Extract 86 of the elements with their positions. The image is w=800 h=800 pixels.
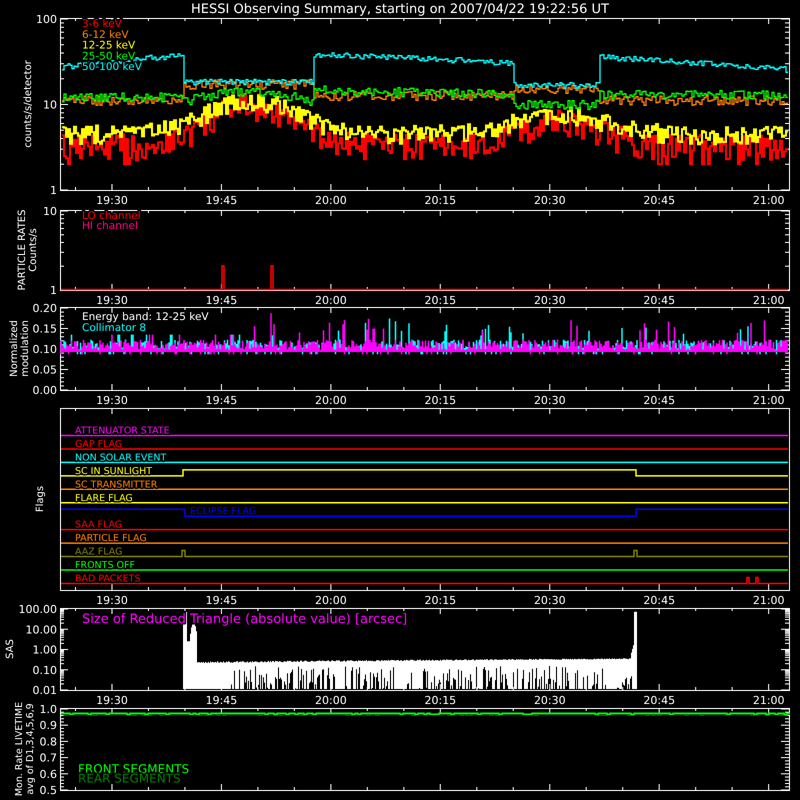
flag-label: SC IN SUNLIGHT [75,466,152,477]
axis-title: PARTICLE RATES [17,210,28,290]
tick-label: 20:45 [643,394,676,407]
tick-label: 20:15 [424,394,456,407]
tick-label: 0.01 [32,684,57,697]
tick-label: 19:45 [206,694,238,707]
tick-label: 10 [43,205,57,218]
tick-label: 19:30 [96,194,128,207]
flag-label: FRONTS OFF [75,560,135,571]
flag-label: BAD PACKETS [75,573,141,584]
tick-label: 0.5 [40,784,57,797]
axis-title: avg of D1,3,4,5,6,9 [25,703,36,795]
tick-label: 20:15 [424,294,456,307]
tick-label: 0.6 [40,768,57,781]
axis-title: modulation [20,320,31,377]
tick-label: 19:45 [206,394,238,407]
tick-label: 20:45 [643,294,676,307]
flag-label: ATTENUATOR STATE [75,426,170,436]
tick-label: 21:00 [752,294,785,307]
flag-label: GAP FLAG [75,438,122,450]
tick-label: 20:00 [315,294,347,307]
tick-label: 20:30 [534,594,566,607]
tick-label: 0.15 [32,322,57,336]
tick-label: 19:30 [96,394,128,407]
tick-label: 19:30 [96,594,128,607]
tick-label: 100 [36,13,57,26]
tick-label: 1 [50,184,57,197]
legend-label: HI channel [82,220,138,232]
tick-label: 1.00 [32,644,57,656]
tick-label: 20:00 [315,194,347,207]
tick-label: 19:30 [96,694,128,707]
tick-label: 20:00 [315,394,347,407]
axis-title: SAS [5,639,16,659]
tick-label: 20:00 [315,594,347,607]
tick-label: 0.00 [32,384,57,397]
axis-title: counts/s/detector [23,60,34,148]
flag-label: NON SOLAR EVENT [75,452,166,464]
tick-label: 0.8 [40,735,57,748]
axis-title: Normalized [9,320,20,377]
tick-label: 20:15 [424,194,456,207]
tick-label: 0.10 [32,664,57,677]
flag-label: ECLIPSE FLAG [190,506,256,518]
legend-label: LO channel [82,210,141,222]
tick-label: 10 [43,98,57,112]
legend-label: 12-25 keV [82,40,136,52]
tick-label: 20:15 [424,694,456,707]
axis-title: Flags [35,486,46,512]
tick-label: 0.10 [32,343,57,356]
chart-title: HESSI Observing Summary, starting on 2007/04/22 19:22:56 UT [191,2,609,17]
tick-label: 19:30 [96,294,128,307]
tick-label: 0.20 [32,302,57,315]
tick-label: 21:00 [752,194,785,207]
tick-label: 20:30 [534,694,566,707]
flag-label: SAA FLAG [75,520,122,531]
tick-label: 1.0 [40,703,57,716]
legend-label: 6-12 keV [82,28,129,41]
tick-label: 21:00 [752,694,785,707]
tick-label: 0.05 [32,364,57,376]
tick-label: 20:30 [534,394,566,407]
tick-label: 21:00 [752,394,785,407]
legend-label: Collimator 8 [82,322,146,334]
tick-label: 20:00 [315,694,347,707]
legend-label: 3-6 keV [82,18,122,30]
flag-label: AAZ FLAG [75,546,122,558]
tick-label: 0.7 [40,752,57,765]
tick-label: 20:45 [643,194,676,207]
tick-label: 19:45 [206,194,238,207]
tick-label: 19:45 [206,294,238,307]
flag-label: FLARE FLAG [75,492,133,504]
tick-label: 20:30 [534,194,566,207]
tick-label: 20:45 [643,594,676,607]
flag-label: PARTICLE FLAG [75,533,147,544]
tick-label: 10.00 [26,623,57,636]
tick-label: 20:45 [643,694,676,707]
legend-label: 25-50 keV [82,50,136,62]
tick-label: 0.9 [40,719,57,732]
tick-label: 20:15 [424,594,456,607]
tick-label: 100.00 [18,603,57,616]
axis-title: Counts/s [28,228,39,272]
tick-label: 1 [50,284,57,297]
tick-label: 21:00 [752,594,785,607]
chart-annotation: Energy band: 12-25 keV [82,311,209,323]
flag-label: SC TRANSMITTER [75,479,158,490]
axis-title: Mon. Rate LIVETIME [14,702,25,796]
tick-label: 19:45 [206,594,238,607]
tick-label: 20:30 [534,294,566,307]
